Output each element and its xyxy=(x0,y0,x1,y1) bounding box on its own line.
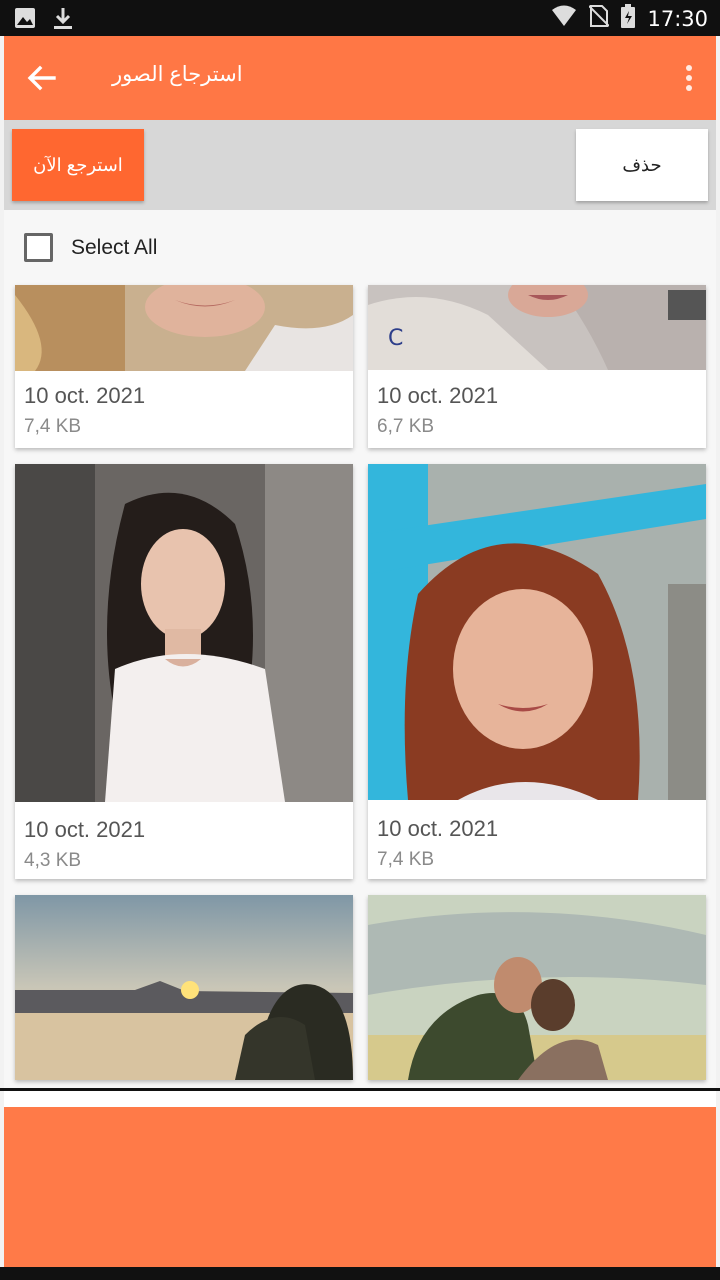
download-icon xyxy=(52,6,74,35)
photo-thumbnail xyxy=(368,895,706,1080)
photo-card[interactable]: 10 oct. 2021 7,4 KB xyxy=(15,285,353,448)
select-all-label: Select All xyxy=(71,235,158,259)
wifi-icon xyxy=(551,5,577,32)
photo-size: 7,4 KB xyxy=(24,416,82,437)
page-title: استرجاع الصور xyxy=(112,63,243,86)
photo-thumbnail xyxy=(15,464,353,802)
svg-text:C: C xyxy=(388,326,403,351)
photo-card[interactable] xyxy=(15,895,353,1080)
arrow-back-icon[interactable] xyxy=(26,62,58,94)
select-all-row[interactable]: Select All xyxy=(24,233,157,262)
photo-thumbnail xyxy=(15,285,353,371)
photo-date: 10 oct. 2021 xyxy=(377,816,499,841)
app-bar: استرجاع الصور xyxy=(4,36,716,120)
clock: 17:30 xyxy=(647,6,708,31)
photo-date: 10 oct. 2021 xyxy=(24,383,146,408)
photo-date: 10 oct. 2021 xyxy=(24,817,146,842)
bottom-band xyxy=(4,1091,716,1107)
photo-date: 10 oct. 2021 xyxy=(377,383,499,408)
photo-thumbnail xyxy=(368,464,706,800)
photo-size: 6,7 KB xyxy=(377,416,435,437)
photo-list[interactable]: Select All 10 oct. 2021 7,4 KB C 10 oct.… xyxy=(4,210,716,1090)
photo-thumbnail: C xyxy=(368,285,706,370)
battery-icon xyxy=(621,4,636,33)
image-icon xyxy=(14,7,36,34)
photo-thumbnail xyxy=(15,895,353,1080)
more-vert-icon[interactable] xyxy=(684,64,694,92)
photo-card[interactable]: C 10 oct. 2021 6,7 KB xyxy=(368,285,706,448)
photo-card[interactable]: 10 oct. 2021 7,4 KB xyxy=(368,464,706,879)
action-bar: استرجع الآن حذف xyxy=(4,120,716,210)
navigation-bar xyxy=(0,1267,720,1280)
ad-banner[interactable] xyxy=(4,1107,716,1267)
status-bar: 17:30 xyxy=(0,0,720,36)
restore-now-button[interactable]: استرجع الآن xyxy=(12,129,144,201)
photo-card[interactable]: 10 oct. 2021 4,3 KB xyxy=(15,464,353,879)
photo-size: 7,4 KB xyxy=(377,849,435,870)
select-all-checkbox[interactable] xyxy=(24,233,53,262)
photo-size: 4,3 KB xyxy=(24,850,82,871)
delete-button[interactable]: حذف xyxy=(576,129,708,201)
no-sim-icon xyxy=(588,4,611,33)
photo-card[interactable] xyxy=(368,895,706,1080)
